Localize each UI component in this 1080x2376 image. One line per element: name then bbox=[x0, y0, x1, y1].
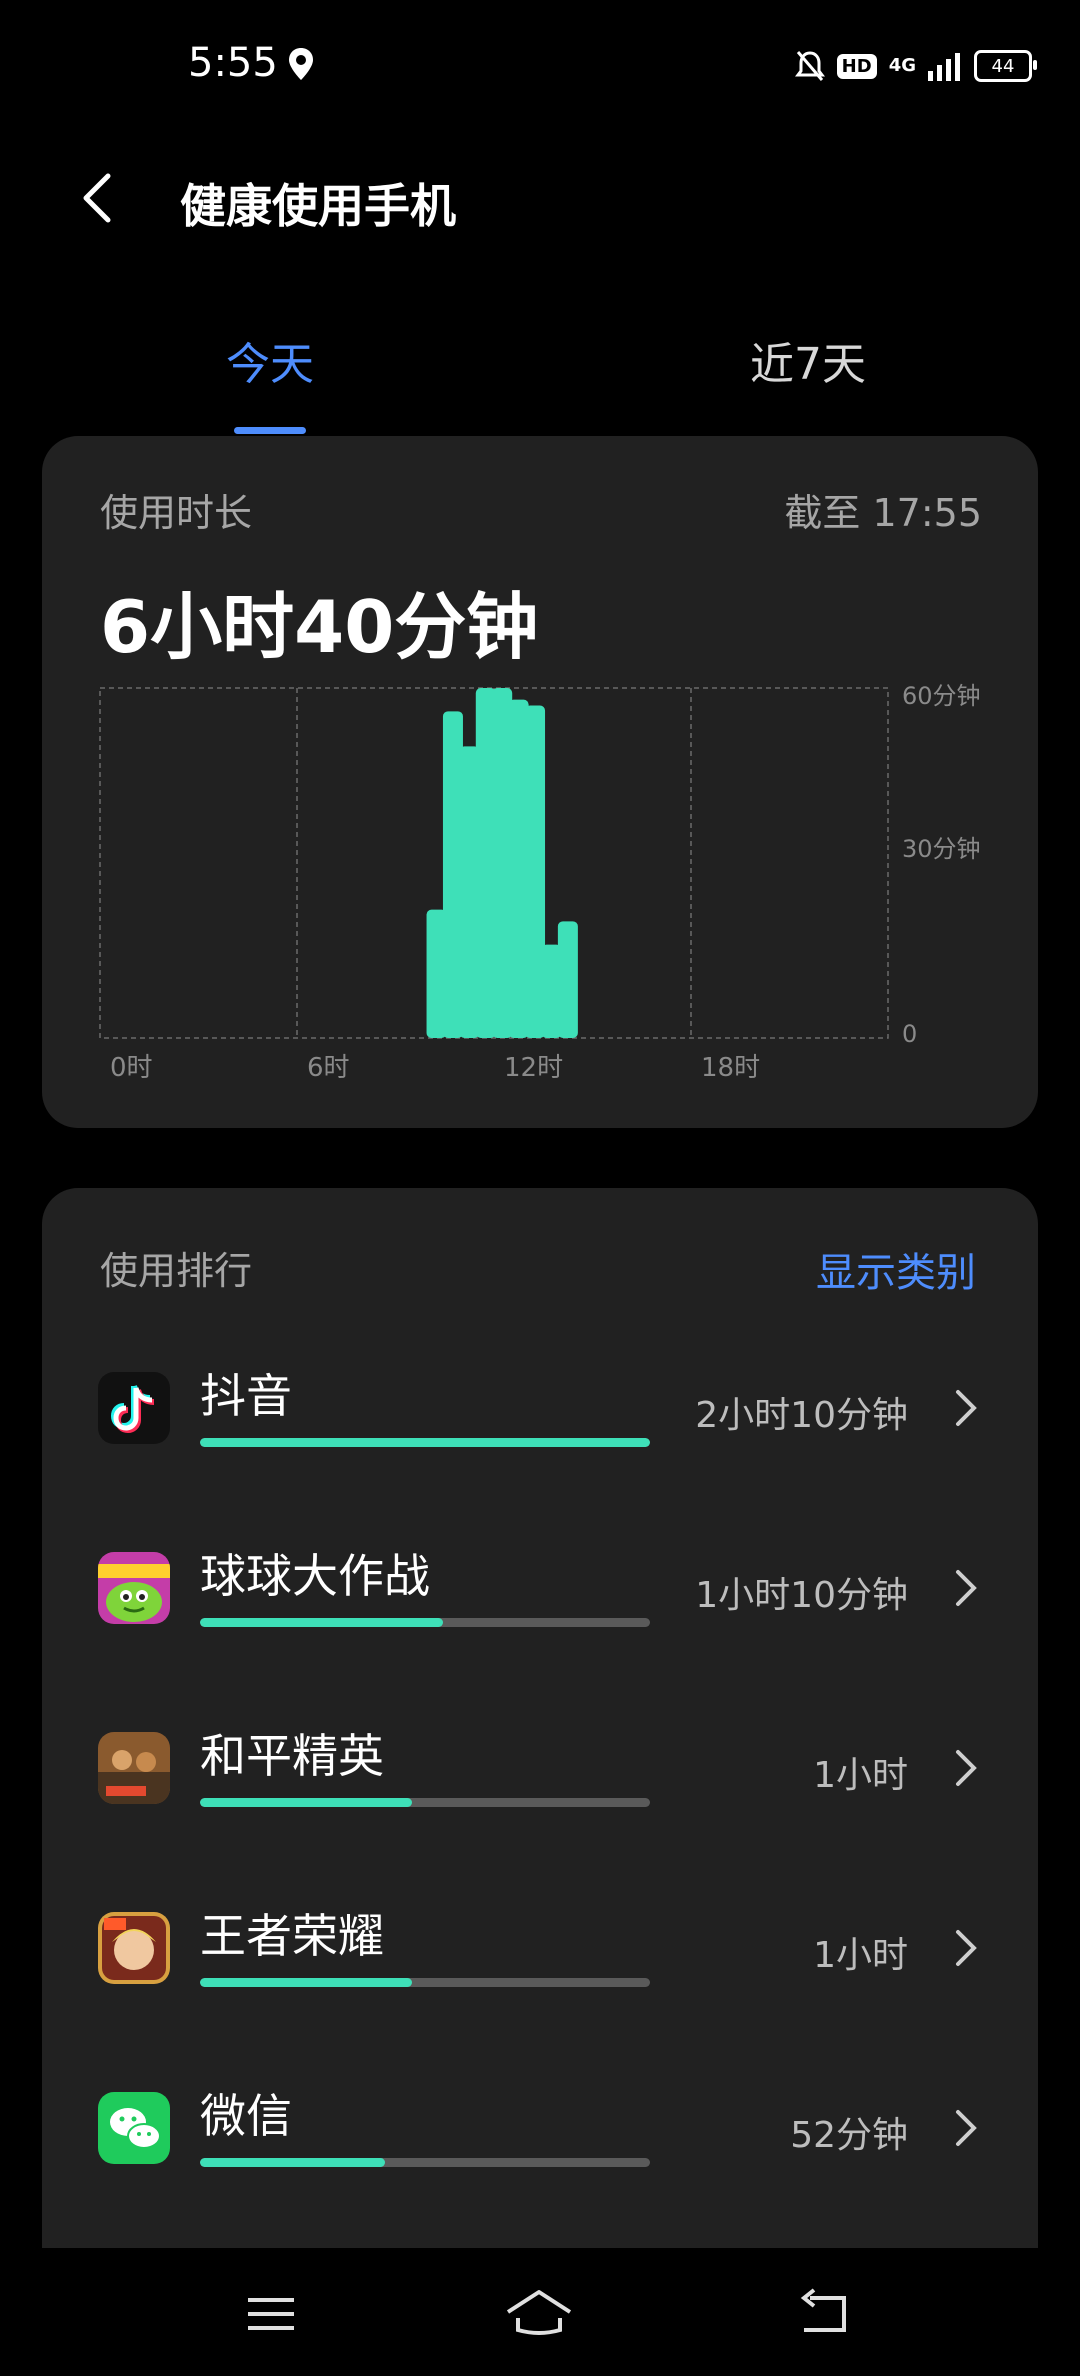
navigation-bar bbox=[0, 2248, 1080, 2376]
chevron-right-icon bbox=[956, 1930, 977, 1966]
app-duration: 1小时10分钟 bbox=[695, 1575, 908, 1616]
usage-bar-track bbox=[200, 1798, 650, 1807]
chart-y-tick-label: 60分钟 bbox=[902, 682, 981, 710]
network-type: 4G bbox=[888, 55, 916, 76]
qiuqiu-icon bbox=[98, 1552, 170, 1624]
status-time: 5:55 bbox=[188, 40, 278, 86]
wechat-icon bbox=[98, 2092, 170, 2164]
chart-x-tick-label: 6时 bbox=[307, 1053, 350, 1083]
app-row-douyin[interactable]: 抖音 2小时10分钟 bbox=[42, 1350, 1038, 1520]
chart-x-ticks: 0时 6时 12时 18时 bbox=[110, 1053, 760, 1083]
location-icon bbox=[289, 48, 313, 80]
active-tab-indicator bbox=[234, 427, 306, 434]
app-name: 王者荣耀 bbox=[200, 1909, 384, 1963]
back-icon[interactable] bbox=[790, 2284, 860, 2344]
chart-x-tick-label: 0时 bbox=[110, 1053, 153, 1083]
mute-notification-icon bbox=[794, 51, 825, 81]
usage-bar-fill bbox=[200, 1798, 412, 1807]
app-row-peacekeeper-elite[interactable]: 和平精英 1小时 bbox=[42, 1710, 1038, 1880]
back-arrow-icon[interactable] bbox=[70, 168, 130, 228]
honor-of-kings-icon bbox=[98, 1912, 170, 1984]
app-name: 抖音 bbox=[200, 1369, 292, 1423]
peacekeeper-elite-icon bbox=[98, 1732, 170, 1804]
chart-x-tick-label: 12时 bbox=[504, 1053, 563, 1083]
show-category-button[interactable]: 显示类别 bbox=[816, 1240, 976, 1298]
app-row-qiuqiu[interactable]: 球球大作战 1小时10分钟 bbox=[42, 1530, 1038, 1700]
page-title: 健康使用手机 bbox=[180, 179, 456, 233]
usage-bar-track bbox=[200, 2158, 650, 2167]
usage-bar-fill bbox=[200, 1978, 412, 1987]
tab-today[interactable]: 今天 bbox=[190, 328, 350, 392]
usage-bar-fill bbox=[200, 2158, 385, 2167]
chevron-right-icon bbox=[956, 1390, 977, 1426]
usage-card: 使用时长 截至 17:55 6小时40分钟 0时 6时 12时 18时 60分钟 30分… bbox=[42, 436, 1038, 1128]
app-row-honor-of-kings[interactable]: 王者荣耀 1小时 bbox=[42, 1890, 1038, 2060]
chevron-right-icon bbox=[956, 1750, 977, 1786]
chart-bars bbox=[426, 688, 578, 1038]
hd-badge: HD bbox=[836, 53, 877, 79]
chart-y-ticks: 60分钟 30分钟 0 bbox=[902, 682, 981, 1048]
app-duration: 2小时10分钟 bbox=[695, 1395, 908, 1436]
app-duration: 52分钟 bbox=[790, 2115, 908, 2156]
chevron-right-icon bbox=[956, 2110, 977, 2146]
app-duration: 1小时 bbox=[813, 1755, 908, 1796]
battery-indicator: 44 bbox=[974, 50, 1037, 82]
ranking-card: 使用排行 显示类别 抖音 2小时10分钟 球球大作战 1小时10分钟 和平精英 … bbox=[42, 1188, 1038, 2248]
menu-icon[interactable] bbox=[236, 2284, 306, 2344]
usage-bar-track bbox=[200, 1618, 650, 1627]
app-duration: 1小时 bbox=[813, 1935, 908, 1976]
signal-icon bbox=[928, 53, 960, 81]
hourly-usage-chart: 0时 6时 12时 18时 60分钟 30分钟 0 bbox=[99, 682, 981, 1083]
app-name: 和平精英 bbox=[200, 1729, 384, 1783]
status-indicators: HD 4G 44 bbox=[794, 46, 1037, 86]
app-name: 微信 bbox=[200, 2089, 292, 2143]
tab-last-7-days[interactable]: 近7天 bbox=[728, 328, 888, 392]
usage-bar-fill bbox=[200, 1438, 650, 1447]
app-name: 球球大作战 bbox=[200, 1549, 430, 1603]
app-row-wechat[interactable]: 微信 52分钟 bbox=[42, 2070, 1038, 2240]
douyin-icon bbox=[98, 1372, 170, 1444]
usage-bar-fill bbox=[200, 1618, 443, 1627]
status-bar: 5:55 HD 4G 44 bbox=[0, 0, 1080, 130]
chart-bar bbox=[557, 921, 578, 1038]
ranking-label: 使用排行 bbox=[100, 1249, 253, 1293]
home-icon[interactable] bbox=[504, 2284, 574, 2344]
usage-bar-track bbox=[200, 1438, 650, 1447]
chevron-right-icon bbox=[956, 1570, 977, 1606]
chart-y-tick-label: 0 bbox=[902, 1020, 917, 1048]
chart-y-tick-label: 30分钟 bbox=[902, 835, 981, 863]
chart-x-tick-label: 18时 bbox=[701, 1053, 760, 1083]
usage-bar-track bbox=[200, 1978, 650, 1987]
